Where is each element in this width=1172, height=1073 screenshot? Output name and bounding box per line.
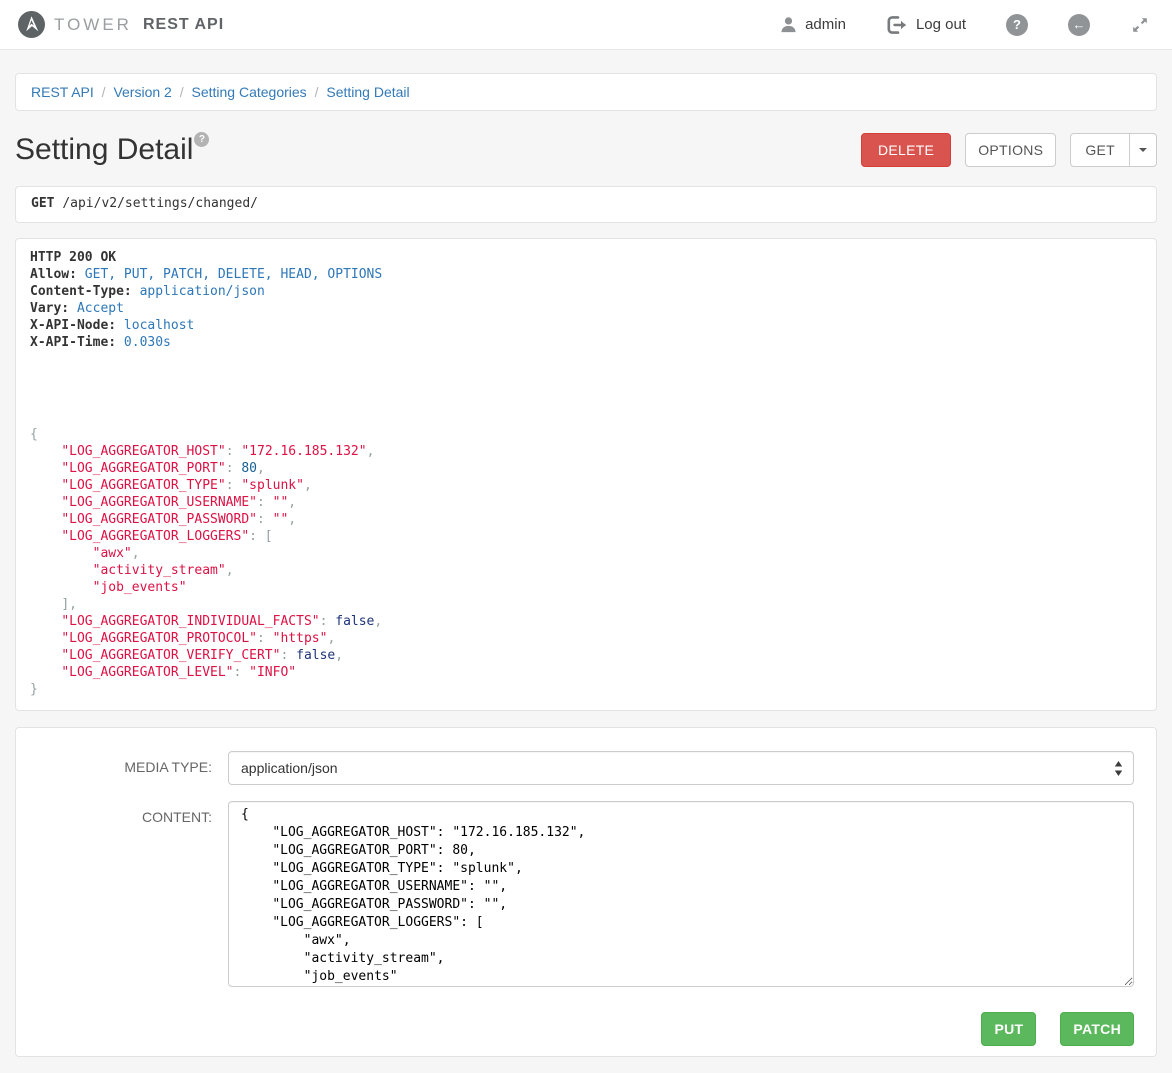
- response-header-name: X-API-Node:: [30, 318, 116, 333]
- get-dropdown-toggle[interactable]: [1129, 133, 1157, 167]
- back-arrow-icon: ←: [1068, 14, 1090, 36]
- response-header-name: Allow:: [30, 267, 77, 282]
- back-button[interactable]: ←: [1048, 14, 1110, 36]
- breadcrumb-separator: /: [307, 84, 327, 100]
- response-header-name: Content-Type:: [30, 284, 132, 299]
- help-icon: ?: [1006, 14, 1028, 36]
- response-header-name: Vary:: [30, 301, 69, 316]
- title-row: Setting Detail? DELETE OPTIONS GET: [15, 130, 1157, 170]
- media-type-row: MEDIA TYPE: application/json: [30, 751, 1142, 785]
- page-title-text: Setting Detail: [15, 133, 193, 166]
- response-headers: HTTP 200 OK Allow: GET, PUT, PATCH, DELE…: [30, 249, 1142, 351]
- response-header-value: GET, PUT, PATCH, DELETE, HEAD, OPTIONS: [77, 267, 382, 282]
- response-status: HTTP 200 OK: [30, 250, 116, 265]
- response-header-value: 0.030s: [116, 335, 171, 350]
- expand-icon: [1130, 15, 1150, 35]
- logout-icon: [886, 15, 909, 35]
- action-buttons: DELETE OPTIONS GET: [861, 133, 1157, 167]
- content-row: CONTENT: { "LOG_AGGREGATOR_HOST": "172.1…: [30, 801, 1142, 990]
- media-type-select[interactable]: application/json: [228, 751, 1134, 785]
- page-title: Setting Detail?: [15, 130, 209, 170]
- breadcrumb-link[interactable]: Version 2: [113, 84, 171, 100]
- logout-button[interactable]: Log out: [866, 15, 986, 35]
- patch-button[interactable]: PATCH: [1060, 1012, 1134, 1046]
- breadcrumb-link[interactable]: REST API: [31, 84, 94, 100]
- user-menu[interactable]: admin: [759, 15, 866, 34]
- select-updown-icon: [1114, 760, 1123, 777]
- form-buttons: PUT PATCH: [30, 1012, 1134, 1046]
- tower-logo-icon: [18, 11, 45, 38]
- user-icon: [779, 15, 798, 34]
- response-header-name: X-API-Time:: [30, 335, 116, 350]
- get-split-button: GET: [1070, 133, 1157, 167]
- response-body: { "LOG_AGGREGATOR_HOST": "172.16.185.132…: [30, 426, 1142, 698]
- request-method: GET: [31, 196, 54, 211]
- request-path: /api/v2/settings/changed/: [62, 196, 258, 211]
- put-button[interactable]: PUT: [981, 1012, 1036, 1046]
- delete-button[interactable]: DELETE: [861, 133, 951, 167]
- response-header-value: application/json: [132, 284, 265, 299]
- page-container: REST API / Version 2 / Setting Categorie…: [0, 73, 1172, 1057]
- title-help-icon[interactable]: ?: [194, 132, 209, 147]
- options-button[interactable]: OPTIONS: [965, 133, 1056, 167]
- brand[interactable]: TOWER REST API: [18, 11, 224, 38]
- top-navbar: TOWER REST API admin Log out: [0, 0, 1172, 50]
- breadcrumb-separator: /: [94, 84, 114, 100]
- brand-tower-text: TOWER: [54, 15, 132, 35]
- breadcrumb-link[interactable]: Setting Detail: [326, 84, 409, 100]
- navbar-actions: admin Log out ? ←: [759, 14, 1154, 36]
- media-type-value: application/json: [241, 760, 338, 776]
- request-line: GET /api/v2/settings/changed/: [15, 186, 1157, 223]
- content-label: CONTENT:: [30, 801, 228, 990]
- breadcrumb-separator: /: [172, 84, 192, 100]
- media-type-label: MEDIA TYPE:: [30, 751, 228, 785]
- fullscreen-button[interactable]: [1110, 15, 1154, 35]
- breadcrumb-link[interactable]: Setting Categories: [192, 84, 307, 100]
- help-button[interactable]: ?: [986, 14, 1048, 36]
- breadcrumb: REST API / Version 2 / Setting Categorie…: [15, 73, 1157, 111]
- username-label: admin: [805, 16, 846, 33]
- get-button[interactable]: GET: [1070, 133, 1130, 167]
- logout-label: Log out: [916, 16, 966, 33]
- content-form: MEDIA TYPE: application/json CONTENT: { …: [15, 727, 1157, 1057]
- brand-restapi-text: REST API: [143, 16, 224, 34]
- caret-down-icon: [1139, 148, 1147, 152]
- response-header-value: Accept: [69, 301, 124, 316]
- response-panel: HTTP 200 OK Allow: GET, PUT, PATCH, DELE…: [15, 238, 1157, 711]
- content-textarea[interactable]: { "LOG_AGGREGATOR_HOST": "172.16.185.132…: [228, 801, 1134, 987]
- response-header-value: localhost: [116, 318, 194, 333]
